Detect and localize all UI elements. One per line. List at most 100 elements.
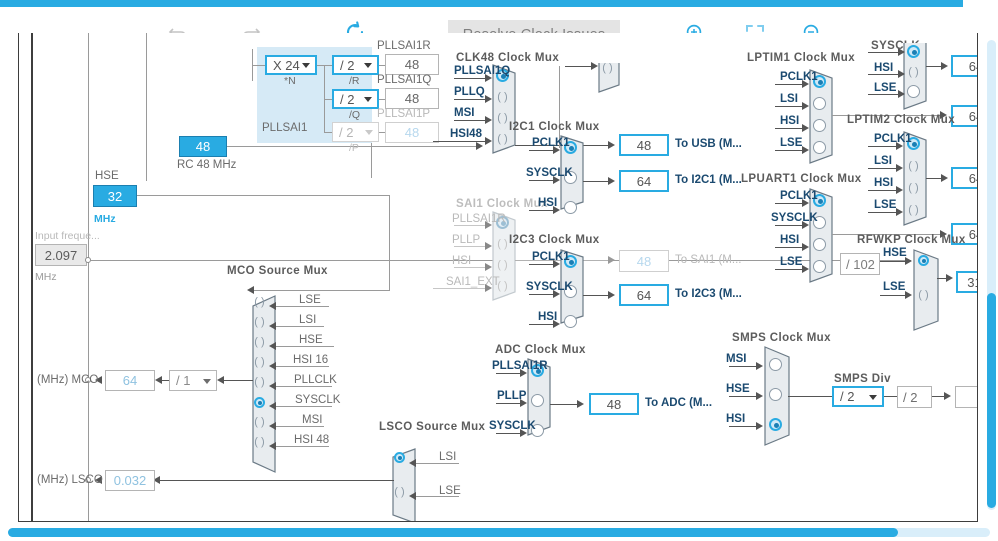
wire-hse-mco — [254, 290, 390, 291]
lpuart1-mux-radio-3[interactable] — [813, 260, 826, 273]
rfwkp-mux-radio-1[interactable]: ( ) — [917, 288, 930, 301]
smps-mux-radio-0[interactable] — [769, 358, 782, 371]
top-right-output-value[interactable]: 64 — [951, 55, 977, 77]
wire-pllr-out — [379, 65, 385, 66]
pllsai1-divp-dropdown[interactable]: / 2 — [332, 122, 379, 142]
adc-output-value[interactable]: 48 — [589, 393, 639, 415]
lptim1-mux-radio-3[interactable] — [813, 141, 826, 154]
sai1-output-value[interactable]: 48 — [619, 250, 669, 272]
pllsai1r-value[interactable]: 48 — [385, 54, 439, 75]
lsco-mux-radio-1[interactable]: ( ) — [393, 485, 406, 498]
wire-i2c3-1 — [529, 294, 555, 295]
i2c3-output-value[interactable]: 64 — [619, 284, 669, 306]
mco-mux-radio-5[interactable] — [254, 397, 265, 408]
top-right-mux-radio-1[interactable]: ( ) — [907, 65, 920, 78]
mco-mux-input-3: HSI 16 — [293, 354, 329, 366]
wire-i2c1-2 — [529, 210, 555, 211]
clk48-output-label: To USB (M... — [675, 138, 742, 150]
lptim1-mux-radio-1[interactable] — [813, 97, 826, 110]
wire-sai1-2 — [454, 267, 487, 268]
arrow-lptim2-out — [941, 174, 948, 182]
mco-mux-radio-3[interactable]: ( ) — [253, 355, 266, 368]
clk48-mux-radio-1[interactable]: ( ) — [496, 90, 509, 103]
arrow-topright-out — [941, 62, 948, 70]
pllsai1q-value[interactable]: 48 — [385, 88, 439, 109]
arrow-lpuart1-0 — [802, 199, 809, 207]
clk48-output-value[interactable]: 48 — [619, 134, 669, 156]
top-right-mux-radio-0[interactable] — [907, 45, 920, 58]
wire-clk48-0 — [454, 78, 487, 79]
i2c1-output-value[interactable]: 64 — [619, 170, 669, 192]
clk48-mux-radio-3[interactable]: ( ) — [496, 132, 509, 145]
sai1-mux-radio-2[interactable]: ( ) — [496, 258, 509, 271]
clock-tree-canvas[interactable]: Input freque... 2.097 MHz HSE 32 MHz 48 … — [18, 33, 978, 522]
arrow-lpuart1-2 — [802, 243, 809, 251]
i2c1-mux-input-0: PCLK1 — [532, 137, 570, 149]
rfwkp-mux-radio-0[interactable] — [918, 255, 929, 266]
pllsai1r-label: PLLSAI1R — [377, 40, 431, 52]
mco-mux-radio-0[interactable]: ( ) — [253, 295, 266, 308]
pllsai1-multiplier-sub: *N — [284, 75, 296, 87]
adc-mux-radio-1[interactable] — [531, 394, 544, 407]
mco-divider-dropdown[interactable]: / 1 — [169, 370, 217, 391]
arrow-rfwkp-1 — [905, 291, 912, 299]
vertical-scrollbar-thumb[interactable] — [987, 293, 996, 508]
sai1-mux-input-1: PLLP — [452, 234, 481, 246]
mco-divider-value: / 1 — [176, 373, 191, 388]
lptim2-mux-radio-3[interactable]: ( ) — [907, 203, 920, 216]
mco-mux-radio-1[interactable]: ( ) — [253, 315, 266, 328]
lsco-mux-radio-0[interactable] — [394, 452, 405, 463]
mco-mux-radio-6[interactable]: ( ) — [253, 415, 266, 428]
top-right-mux-radio-2[interactable] — [907, 85, 920, 98]
lptim2-mux-radio-1[interactable]: ( ) — [907, 159, 920, 172]
chevron-down-icon — [203, 378, 211, 384]
clk48-mux-title: CLK48 Clock Mux — [456, 52, 560, 64]
wire-hse-down — [389, 195, 390, 290]
smps-div2-value[interactable]: / 2 — [897, 386, 932, 408]
mco-mux-radio-2[interactable]: ( ) — [253, 335, 266, 348]
rfwkp-divider[interactable]: / 102 — [840, 253, 880, 275]
arrow-top-partial — [591, 62, 598, 70]
arrow-smps-0 — [756, 362, 763, 370]
smps-div-dropdown[interactable]: / 2 — [832, 386, 884, 407]
clk48-mux-radio-2[interactable]: ( ) — [496, 111, 509, 124]
pllsai1-divq-dropdown[interactable]: / 2 — [332, 89, 379, 109]
pllsai1-divq-value: / 2 — [340, 91, 355, 107]
arrow-i2c3-2 — [553, 320, 560, 328]
sai1-mux-radio-1[interactable]: ( ) — [496, 237, 509, 250]
arrow-mco-4 — [269, 382, 276, 390]
hse-value[interactable]: 32 — [93, 185, 137, 207]
arrow-lptim1-3 — [802, 146, 809, 154]
mco-mux-radio-4[interactable]: ( ) — [253, 375, 266, 388]
lptim1-output-value[interactable]: 64 — [951, 105, 977, 127]
smps-output-value[interactable]: 4 — [955, 386, 977, 408]
arrow-lptim2-1 — [896, 164, 903, 172]
i2c3-mux-title: I2C3 Clock Mux — [509, 234, 600, 246]
arrow-mco-div — [155, 376, 162, 384]
arrow-hse-mco — [247, 286, 254, 294]
lsco-output-value[interactable]: 0.032 — [105, 470, 155, 491]
rc48-value[interactable]: 48 — [179, 136, 227, 157]
i2c3-mux-radio-2[interactable] — [564, 315, 577, 328]
arrow-topright-1 — [898, 70, 905, 78]
i2c3-mux-input-0: PCLK1 — [532, 251, 570, 263]
rfwkp-output-value[interactable]: 31.25 — [956, 271, 977, 293]
wire-lpuart1-2 — [775, 247, 804, 248]
top-partial-mux-radio-0[interactable]: ( ) — [601, 61, 614, 74]
pllsai1-divr-dropdown[interactable]: / 2 — [332, 55, 379, 75]
input-frequency-value[interactable]: 2.097 — [35, 244, 87, 266]
smps-mux-radio-2[interactable] — [769, 418, 782, 431]
pllsai1p-value[interactable]: 48 — [385, 122, 439, 143]
arrow-sai1-3 — [485, 284, 492, 292]
arrow-lsco-1 — [409, 492, 416, 500]
i2c1-mux-radio-2[interactable] — [564, 201, 577, 214]
smps-mux-radio-1[interactable] — [769, 388, 782, 401]
mco-mux-radio-7[interactable]: ( ) — [253, 435, 266, 448]
lptim1-mux-radio-2[interactable] — [813, 119, 826, 132]
mco-output-value[interactable]: 64 — [105, 370, 155, 391]
pllsai1-multiplier-dropdown[interactable]: X 24 — [265, 55, 317, 75]
lpuart1-mux-radio-2[interactable] — [813, 238, 826, 251]
lptim2-output-value[interactable]: 64 — [951, 167, 977, 189]
horizontal-scrollbar-thumb[interactable] — [8, 528, 898, 537]
lptim2-mux-radio-2[interactable]: ( ) — [907, 181, 920, 194]
